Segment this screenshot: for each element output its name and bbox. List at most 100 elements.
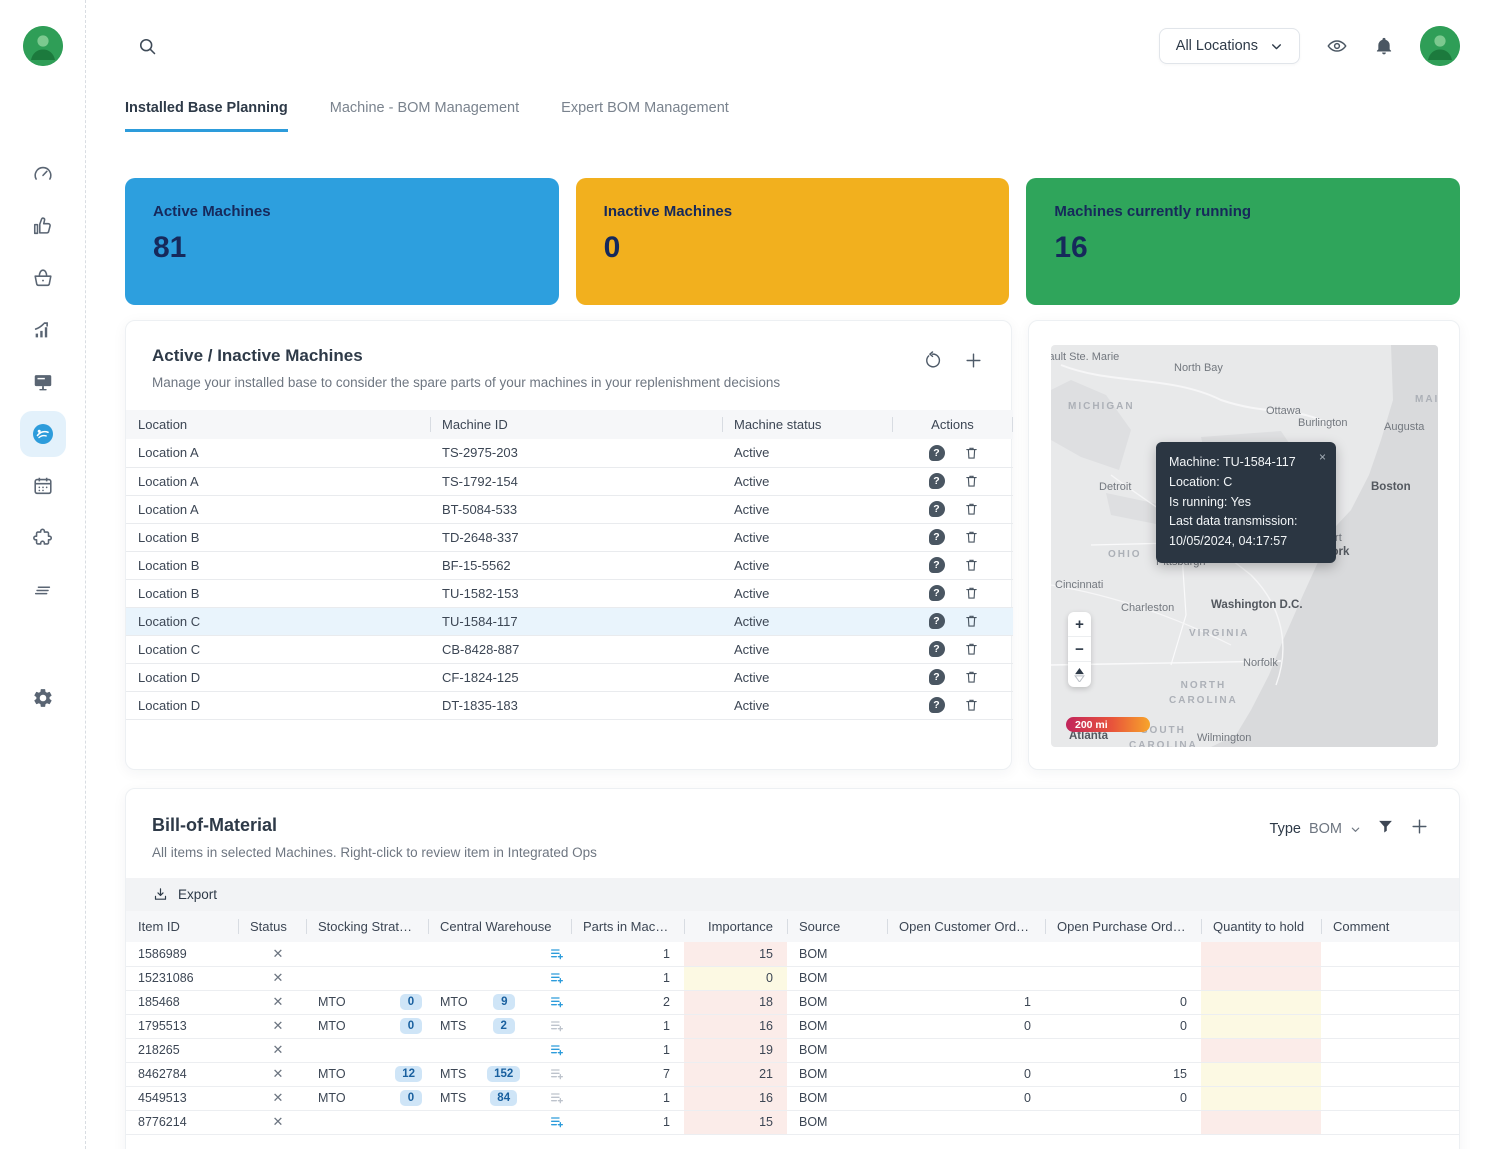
- refresh-icon[interactable]: [923, 351, 942, 375]
- comment-cell[interactable]: [1321, 1086, 1460, 1110]
- quantity-to-hold-cell[interactable]: [1201, 942, 1321, 966]
- sidebar: [0, 0, 86, 1149]
- quantity-to-hold-cell[interactable]: [1201, 966, 1321, 990]
- zoom-in-button[interactable]: +: [1068, 612, 1091, 637]
- sidebar-item-installed-base-globe-icon[interactable]: [20, 411, 66, 457]
- help-icon[interactable]: ?: [929, 641, 945, 657]
- quantity-to-hold-cell[interactable]: [1201, 1110, 1321, 1134]
- machine-row[interactable]: Location B BF-15-5562 Active ?: [126, 551, 1013, 579]
- playlist-add-icon[interactable]: [549, 970, 565, 986]
- bom-row[interactable]: 4549513 MTO0 MTS84 1 16 BOM 0 0: [126, 1086, 1460, 1110]
- comment-cell[interactable]: [1321, 942, 1460, 966]
- help-icon[interactable]: ?: [929, 669, 945, 685]
- sidebar-item-monitor-icon[interactable]: [20, 359, 66, 405]
- export-button[interactable]: Export: [153, 887, 217, 902]
- machine-row[interactable]: Location D CF-1824-125 Active ?: [126, 663, 1013, 691]
- notifications-bell-icon[interactable]: [1374, 36, 1394, 56]
- zoom-out-button[interactable]: −: [1068, 637, 1091, 662]
- playlist-add-icon[interactable]: [549, 1042, 565, 1058]
- machine-row[interactable]: Location A TS-2975-203 Active ?: [126, 439, 1013, 467]
- machine-row[interactable]: Location B TU-1582-153 Active ?: [126, 579, 1013, 607]
- bom-row[interactable]: 1586989 1 15 BOM: [126, 942, 1460, 966]
- quantity-to-hold-cell[interactable]: [1201, 990, 1321, 1014]
- sidebar-item-layers-icon[interactable]: [20, 567, 66, 613]
- delete-icon[interactable]: [964, 641, 979, 657]
- machine-row[interactable]: Location B TD-2648-337 Active ?: [126, 523, 1013, 551]
- playlist-add-icon[interactable]: [549, 994, 565, 1010]
- playlist-add-icon[interactable]: [549, 1066, 565, 1082]
- quantity-to-hold-cell[interactable]: [1201, 1038, 1321, 1062]
- tab-expert-bom-management[interactable]: Expert BOM Management: [561, 100, 729, 132]
- comment-cell[interactable]: [1321, 1038, 1460, 1062]
- bom-item-id: 4549513: [126, 1086, 238, 1110]
- bom-row[interactable]: 15231086 1 0 BOM: [126, 966, 1460, 990]
- quantity-to-hold-cell[interactable]: [1201, 1062, 1321, 1086]
- column-header-parts-in-machine: Parts in Machine: [571, 911, 684, 942]
- compass-button[interactable]: [1068, 662, 1091, 687]
- delete-icon[interactable]: [964, 529, 979, 545]
- filter-funnel-icon[interactable]: [1377, 818, 1394, 840]
- comment-cell[interactable]: [1321, 990, 1460, 1014]
- quantity-to-hold-cell[interactable]: [1201, 1014, 1321, 1038]
- delete-icon[interactable]: [964, 585, 979, 601]
- sidebar-item-puzzle-icon[interactable]: [20, 515, 66, 561]
- bom-row[interactable]: 185468 MTO0 MTO9 2 18 BOM 1 0: [126, 990, 1460, 1014]
- help-icon[interactable]: ?: [929, 529, 945, 545]
- comment-cell[interactable]: [1321, 966, 1460, 990]
- help-icon[interactable]: ?: [929, 473, 945, 489]
- location-filter-dropdown[interactable]: All Locations: [1159, 28, 1300, 64]
- sidebar-item-basket-icon[interactable]: [20, 255, 66, 301]
- machine-row[interactable]: Location A TS-1792-154 Active ?: [126, 467, 1013, 495]
- playlist-add-icon[interactable]: [549, 1114, 565, 1130]
- user-avatar[interactable]: [1420, 26, 1460, 66]
- machine-row[interactable]: Location D DT-1835-183 Active ?: [126, 691, 1013, 719]
- delete-icon[interactable]: [964, 613, 979, 629]
- delete-icon[interactable]: [964, 669, 979, 685]
- bom-row[interactable]: 1795513 MTO0 MTS2 1 16 BOM 0 0: [126, 1014, 1460, 1038]
- delete-icon[interactable]: [964, 473, 979, 489]
- help-icon[interactable]: ?: [929, 445, 945, 461]
- machine-row[interactable]: Location A BT-5084-533 Active ?: [126, 495, 1013, 523]
- machine-row[interactable]: Location C CB-8428-887 Active ?: [126, 635, 1013, 663]
- tab-machine-bom-management[interactable]: Machine - BOM Management: [330, 100, 519, 132]
- central-warehouse-value: MTO: [440, 995, 468, 1009]
- tab-installed-base-planning[interactable]: Installed Base Planning: [125, 100, 288, 132]
- help-icon[interactable]: ?: [929, 501, 945, 517]
- eye-icon[interactable]: [1326, 35, 1348, 57]
- delete-icon[interactable]: [964, 557, 979, 573]
- bom-row[interactable]: 8776214 1 15 BOM: [126, 1110, 1460, 1134]
- comment-cell[interactable]: [1321, 1062, 1460, 1086]
- delete-icon[interactable]: [964, 697, 979, 713]
- playlist-add-icon[interactable]: [549, 1090, 565, 1106]
- sidebar-item-dashboard-gauge-icon[interactable]: [20, 151, 66, 197]
- sidebar-item-settings-gear-icon[interactable]: [20, 675, 66, 721]
- delete-icon[interactable]: [964, 501, 979, 517]
- playlist-add-icon[interactable]: [549, 946, 565, 962]
- map-canvas[interactable]: Sault Ste. Marie North Bay Ottawa Burlin…: [1051, 345, 1438, 747]
- playlist-add-icon[interactable]: [549, 1018, 565, 1034]
- machine-location: Location B: [126, 579, 430, 607]
- bom-row[interactable]: 218265 1 19 BOM: [126, 1038, 1460, 1062]
- add-item-icon[interactable]: [1410, 817, 1429, 841]
- chevron-down-icon: [1350, 824, 1361, 835]
- comment-cell[interactable]: [1321, 1110, 1460, 1134]
- tooltip-close-icon[interactable]: ×: [1319, 448, 1326, 467]
- delete-icon[interactable]: [964, 445, 979, 461]
- sidebar-item-thumbs-up-icon[interactable]: [20, 203, 66, 249]
- workspace-avatar[interactable]: [23, 26, 63, 66]
- help-icon[interactable]: ?: [929, 557, 945, 573]
- sidebar-item-analytics-icon[interactable]: [20, 307, 66, 353]
- machine-id: TU-1582-153: [430, 579, 722, 607]
- machine-row-selected[interactable]: Location C TU-1584-117 Active ?: [126, 607, 1013, 635]
- sidebar-item-calendar-icon[interactable]: [20, 463, 66, 509]
- help-icon[interactable]: ?: [929, 613, 945, 629]
- quantity-to-hold-cell[interactable]: [1201, 1086, 1321, 1110]
- bom-row[interactable]: 8462784 MTO12 MTS152 7 21 BOM 0 15: [126, 1062, 1460, 1086]
- search-icon[interactable]: [137, 36, 158, 57]
- comment-cell[interactable]: [1321, 1014, 1460, 1038]
- type-dropdown[interactable]: Type BOM: [1270, 821, 1361, 837]
- parts-in-machine-value: 1: [571, 942, 684, 966]
- help-icon[interactable]: ?: [929, 697, 945, 713]
- help-icon[interactable]: ?: [929, 585, 945, 601]
- add-machine-icon[interactable]: [964, 351, 983, 375]
